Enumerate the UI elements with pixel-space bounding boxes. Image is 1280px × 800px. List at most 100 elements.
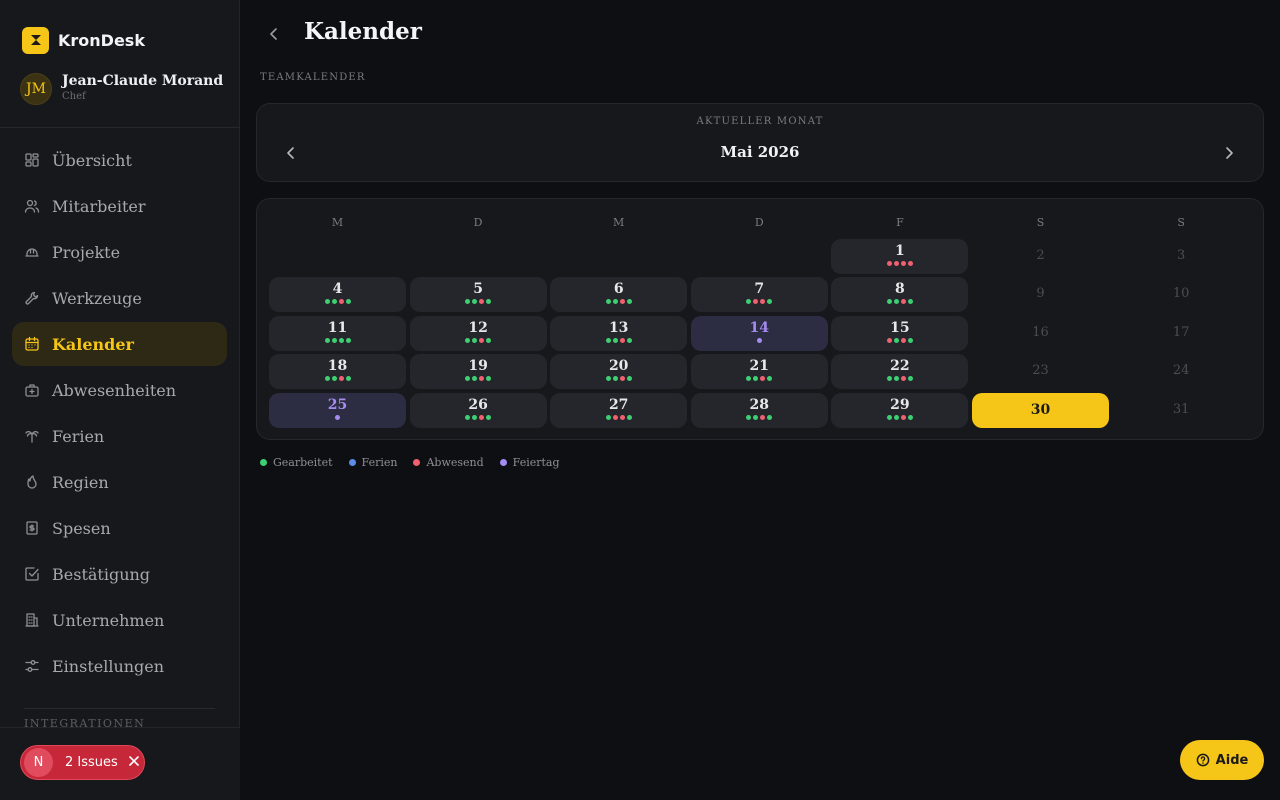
sidebar-item-wrench[interactable]: Werkzeuge (12, 276, 227, 320)
legend-label: Gearbeitet (273, 456, 333, 469)
sidebar-item-flame[interactable]: Regien (12, 460, 227, 504)
calendar-day-today[interactable]: 30 (972, 392, 1109, 428)
status-dot-holiday (335, 414, 340, 420)
calendar-day[interactable]: 6 (550, 277, 688, 313)
sidebar-item-label: Kalender (52, 334, 134, 354)
calendar-day[interactable]: 26 (409, 392, 547, 428)
calendar-day[interactable]: 14 (690, 315, 828, 351)
sidebar-item-palm-tree[interactable]: Ferien (12, 414, 227, 458)
calendar-day[interactable]: 20 (550, 354, 688, 390)
help-button[interactable]: Aide (1180, 740, 1264, 780)
calendar-day[interactable]: 29 (831, 392, 969, 428)
receipt-icon (26, 521, 38, 535)
calendar-day[interactable]: 11 (269, 315, 406, 351)
brand[interactable]: KronDesk (22, 26, 145, 54)
sidebar-item-building[interactable]: Unternehmen (12, 598, 227, 642)
status-dot-worked (486, 376, 492, 382)
status-dot-worked (907, 299, 913, 305)
calendar-day[interactable]: 12 (409, 315, 547, 351)
calendar-day[interactable]: 24 (1113, 354, 1250, 389)
calendar-day[interactable]: 16 (972, 316, 1109, 351)
divider (24, 708, 215, 709)
weekday-label: S (1177, 216, 1185, 229)
month-name: Mai 2026 (720, 143, 800, 161)
sidebar-item-dashboard[interactable]: Übersicht (12, 138, 227, 182)
day-number: 4 (332, 281, 343, 298)
day-number: 9 (1036, 286, 1045, 302)
calendar-day[interactable]: 17 (1113, 316, 1250, 351)
status-dot-worked (626, 337, 632, 343)
weekday-label: M (331, 216, 344, 229)
calendar-day[interactable]: 4 (269, 277, 406, 313)
previous-month-button[interactable] (281, 143, 301, 163)
day-number: 8 (895, 281, 905, 298)
day-number: 13 (608, 319, 629, 336)
status-dot-absent (479, 376, 485, 382)
sidebar-item-hard-hat[interactable]: Projekte (12, 230, 227, 274)
day-number: 19 (468, 358, 488, 375)
sidebar-item-label: Unternehmen (52, 610, 165, 630)
sidebar-item-sliders[interactable]: Einstellungen (12, 644, 227, 688)
day-number: 1 (895, 243, 905, 259)
weekday-label: D (754, 216, 764, 229)
sidebar-item-receipt[interactable]: Spesen (12, 506, 227, 550)
calendar-day[interactable]: 10 (1113, 277, 1250, 312)
calendar-day[interactable]: 19 (409, 354, 547, 390)
calendar-day[interactable]: 13 (550, 315, 688, 351)
status-dot-worked (753, 376, 759, 382)
day-number: 27 (608, 396, 629, 413)
calendar-day[interactable]: 3 (1113, 239, 1250, 274)
calendar-day[interactable]: 15 (831, 315, 969, 351)
wrench-icon (25, 291, 39, 305)
status-dots (550, 337, 687, 343)
status-dots (410, 337, 547, 343)
calendar-day[interactable]: 5 (409, 277, 547, 313)
calendar-day[interactable]: 22 (831, 354, 969, 390)
issues-badge[interactable]: N 2 Issues (20, 745, 145, 780)
calendar-day[interactable]: 28 (690, 392, 828, 428)
user-profile[interactable]: JM Jean-Claude Morand Chef (20, 73, 223, 105)
status-dot-worked (753, 414, 759, 420)
status-dots (269, 376, 406, 382)
sidebar-item-users[interactable]: Mitarbeiter (12, 184, 227, 228)
status-dots (410, 299, 547, 305)
status-dot-worked (472, 414, 478, 420)
status-dot-worked (345, 376, 351, 382)
calendar-day[interactable]: 25 (269, 392, 406, 428)
calendar-day[interactable]: 1 (831, 239, 969, 274)
status-dot-worked (324, 376, 330, 382)
calendar-day[interactable]: 2 (972, 239, 1109, 274)
day-number: 14 (749, 319, 770, 336)
sidebar-item-calendar[interactable]: Kalender (12, 322, 227, 366)
sidebar-item-medical-bag[interactable]: Abwesenheiten (12, 368, 227, 412)
calendar-day[interactable]: 8 (831, 277, 969, 313)
divider (0, 127, 240, 128)
sidebar-item-check-square[interactable]: Bestätigung (12, 552, 227, 596)
calendar-day[interactable]: 18 (269, 354, 406, 390)
calendar-day[interactable]: 27 (550, 392, 688, 428)
calendar-day[interactable]: 23 (972, 354, 1109, 389)
day-number: 12 (468, 319, 488, 336)
sidebar-item-label: Übersicht (52, 150, 132, 170)
status-dot-worked (626, 414, 632, 420)
status-dot-worked (746, 299, 752, 305)
issues-logo: N (24, 748, 53, 777)
close-icon[interactable] (128, 755, 140, 771)
back-button[interactable] (264, 24, 284, 44)
calendar-day[interactable]: 31 (1113, 393, 1250, 428)
status-dots (831, 261, 968, 266)
calendar-day[interactable]: 9 (972, 277, 1109, 312)
legend-label: Abwesend (426, 456, 484, 469)
status-dot-worked (486, 299, 492, 305)
status-dot-worked (605, 337, 611, 343)
status-dot-worked (626, 299, 632, 305)
status-dot-worked (472, 376, 478, 382)
status-dots (410, 414, 547, 420)
chevron-left-icon (287, 147, 294, 159)
status-dot-absent (619, 414, 625, 420)
sidebar-item-label: Bestätigung (52, 564, 151, 584)
next-month-button[interactable] (1219, 143, 1239, 163)
sidebar: KronDesk JM Jean-Claude Morand Chef Über… (0, 0, 240, 800)
calendar-day[interactable]: 21 (690, 354, 828, 390)
calendar-day[interactable]: 7 (690, 277, 828, 313)
